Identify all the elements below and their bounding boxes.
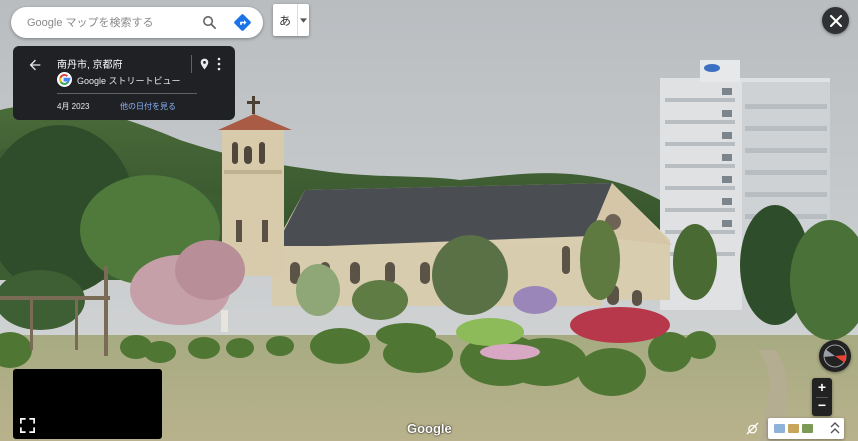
compass-icon [823,344,847,368]
expand-up-icon [830,422,840,434]
no-photo-icon[interactable] [745,421,760,436]
compass-button[interactable] [819,340,851,372]
zoom-out-button[interactable]: − [812,397,832,416]
mini-map[interactable] [13,369,162,439]
pin-icon[interactable] [198,56,211,72]
photo-strip-toggle[interactable] [768,418,844,439]
divider [57,93,197,94]
close-button[interactable] [822,7,849,34]
photo-thumbnail[interactable] [802,424,813,433]
directions-icon[interactable] [233,13,252,32]
statue [221,310,228,332]
close-icon [829,14,842,27]
google-watermark: Google [407,421,452,436]
photo-thumbnail[interactable] [774,424,785,433]
back-arrow-icon[interactable] [27,57,43,73]
search-box[interactable] [11,7,263,38]
chevron-down-icon [300,17,307,23]
expand-icon[interactable] [19,417,36,434]
location-card: 南丹市, 京都府 Google ストリートビュー 4月 2023 他の日付を見る [13,46,235,120]
ime-toggle[interactable]: あ [273,4,309,36]
zoom-control: + − [812,378,832,416]
see-more-dates-link[interactable]: 他の日付を見る [120,101,176,112]
ime-dropdown-button[interactable] [297,4,309,36]
streetview-viewport[interactable]: あ 南丹市, 京都府 Google ストリートビュー 4月 2023 [0,0,858,441]
divider [191,55,192,73]
search-icon[interactable] [201,14,218,31]
google-logo-icon [57,72,72,87]
more-vert-icon[interactable] [216,57,222,71]
service-label: Google ストリートビュー [77,76,181,86]
zoom-in-button[interactable]: + [812,378,832,397]
photo-thumbnail[interactable] [788,424,799,433]
search-input[interactable] [27,16,192,29]
place-title: 南丹市, 京都府 [57,60,123,71]
ime-label: あ [279,13,292,28]
capture-date: 4月 2023 [57,102,90,111]
